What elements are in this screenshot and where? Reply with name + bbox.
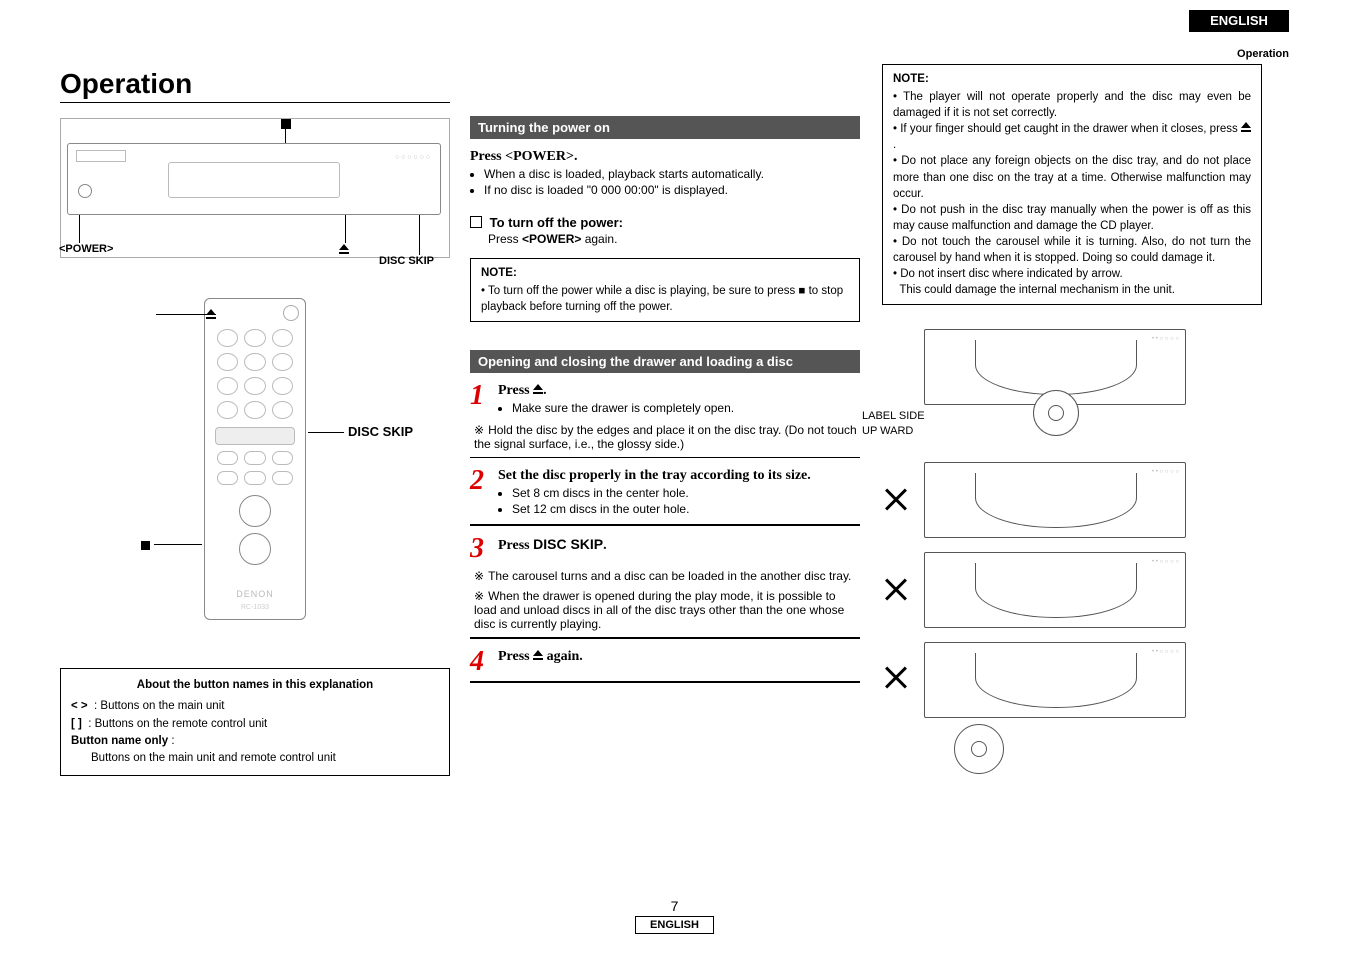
rn-b4: Do not push in the disc tray manually wh…	[893, 204, 1251, 232]
turn-off-power-heading: To turn off the power:	[490, 215, 623, 230]
rn-b6a: Do not insert disc where indicated by ar…	[900, 268, 1122, 280]
eject-icon	[533, 650, 543, 661]
step-1: 1 Press . Make sure the drawer is comple…	[470, 383, 860, 417]
step-4-number: 4	[470, 649, 492, 674]
cap-label-side: LABEL SIDE	[862, 410, 925, 422]
rn-b6b: This could damage the internal mechanism…	[899, 284, 1175, 296]
rule	[470, 457, 860, 458]
title-rule	[60, 102, 450, 103]
illustration-wrong-3: • • ○ ○ ○ ○	[882, 642, 1262, 768]
mid-note-text: To turn off the power while a disc is pl…	[481, 285, 843, 313]
callout-power: <POWER>	[59, 243, 113, 255]
language-badge: ENGLISH	[1189, 10, 1289, 32]
page-title: Operation	[60, 68, 192, 100]
about-colon: :	[168, 735, 174, 747]
section-opening-closing-drawer: Opening and closing the drawer and loadi…	[470, 350, 860, 373]
cross-icon	[882, 576, 910, 604]
step3-hdr-a: Press	[498, 538, 533, 553]
turn-off-power-btn: <POWER>	[522, 232, 581, 246]
step-4-heading: Press again.	[498, 649, 583, 664]
about-row2-text: : Buttons on the remote control unit	[88, 718, 267, 730]
step-2-heading: Set the disc properly in the tray accord…	[498, 468, 860, 484]
sec1-bullet-1: When a disc is loaded, playback starts a…	[484, 167, 860, 181]
rn-b3: Do not place any foreign objects on the …	[893, 155, 1251, 199]
step2-b1: Set 8 cm discs in the center hole.	[512, 486, 860, 500]
right-column: NOTE: • The player will not operate prop…	[882, 60, 1262, 768]
right-note-box: NOTE: • The player will not operate prop…	[882, 64, 1262, 305]
page-number: 7	[671, 898, 679, 914]
step-1-number: 1	[470, 383, 492, 408]
step-2: 2 Set the disc properly in the tray acco…	[470, 468, 860, 518]
remote-model: RC-1033	[205, 604, 305, 611]
rule	[470, 524, 860, 526]
mid-note-header: NOTE:	[481, 265, 849, 281]
step4-hdr-a: Press	[498, 649, 533, 664]
callout-disc-skip: DISC SKIP	[379, 255, 434, 267]
main-unit-illustration: ○ ○ ○ ○ ○ ○ <POWER> DISC SKIP	[60, 118, 450, 258]
step3-k2: When the drawer is opened during the pla…	[474, 589, 844, 631]
rn-b2a: If your finger should get caught in the …	[900, 123, 1241, 135]
stop-icon	[281, 119, 291, 129]
step2-b2: Set 12 cm discs in the outer hole.	[512, 502, 860, 516]
step-3-number: 3	[470, 536, 492, 561]
callout-eject-icon	[339, 243, 349, 257]
cap-up-ward: UP WARD	[862, 425, 913, 437]
sec1-bullet-2: If no disc is loaded "0 000 00:00" is di…	[484, 183, 860, 197]
section-turning-power-on: Turning the power on	[470, 116, 860, 139]
checkbox-icon	[470, 216, 482, 228]
mid-note-box: NOTE: • To turn off the power while a di…	[470, 258, 860, 322]
remote-brand: DENON	[205, 589, 305, 599]
about-row1-text: : Buttons on the main unit	[94, 700, 224, 712]
press-power-heading: Press <POWER>.	[470, 149, 860, 165]
cross-icon	[882, 486, 910, 514]
remote-callout-disc-skip: DISC SKIP	[348, 424, 413, 439]
step1-b1: Make sure the drawer is completely open.	[512, 401, 860, 415]
page-footer: 7 ENGLISH	[0, 898, 1349, 934]
step-4: 4 Press again.	[470, 649, 860, 674]
kome-icon	[474, 423, 488, 437]
step4-hdr-b: again.	[543, 649, 583, 664]
about-button-name-only-text: Buttons on the main unit and remote cont…	[71, 750, 439, 767]
rn-b2b: .	[893, 139, 896, 151]
remote-callout-eject-icon	[206, 308, 216, 322]
footer-language: ENGLISH	[635, 916, 714, 934]
step3-hdr-c: .	[603, 538, 607, 553]
cross-icon	[882, 664, 910, 692]
about-row1-symbol: < >	[71, 700, 88, 712]
middle-column: Turning the power on Press <POWER>. When…	[470, 110, 860, 689]
kome-icon	[474, 589, 488, 603]
step1-hdr-b: .	[543, 383, 547, 398]
step1-kome-text: Hold the disc by the edges and place it …	[474, 423, 857, 451]
eject-icon	[1241, 122, 1251, 133]
rn-b5: Do not touch the carousel while it is tu…	[893, 236, 1251, 264]
remote-illustration: DENON RC-1033 DISC SKIP	[60, 298, 450, 658]
step-1-heading: Press .	[498, 383, 547, 398]
eject-icon	[533, 384, 543, 395]
turn-off-text-3: again.	[581, 232, 617, 246]
illustration-correct-load: • • ○ ○ ○ ○	[924, 329, 1186, 405]
about-title: About the button names in this explanati…	[71, 677, 439, 694]
about-button-name-only-label: Button name only	[71, 735, 168, 747]
illustration-wrong-1: • • ○ ○ ○ ○	[882, 462, 1262, 538]
turn-off-text-1: Press	[488, 232, 522, 246]
rule	[470, 681, 860, 683]
running-head: Operation	[1237, 48, 1289, 60]
kome-icon	[474, 569, 488, 583]
about-button-names-box: About the button names in this explanati…	[60, 668, 450, 776]
step1-hdr-a: Press	[498, 383, 533, 398]
rule	[470, 637, 860, 639]
step-3-heading: Press DISC SKIP.	[498, 536, 860, 554]
about-row2-symbol: [ ]	[71, 718, 82, 730]
illustration-wrong-2: • • ○ ○ ○ ○	[882, 552, 1262, 628]
step-3: 3 Press DISC SKIP.	[470, 536, 860, 561]
step-2-number: 2	[470, 468, 492, 493]
left-column: ○ ○ ○ ○ ○ ○ <POWER> DISC SKIP	[60, 110, 450, 776]
step3-hdr-b: DISC SKIP	[533, 536, 603, 552]
step3-k1: The carousel turns and a disc can be loa…	[488, 569, 851, 583]
rn-b1: The player will not operate properly and…	[893, 91, 1251, 119]
right-note-header: NOTE:	[893, 71, 1251, 87]
remote-callout-stop-icon	[141, 538, 150, 552]
